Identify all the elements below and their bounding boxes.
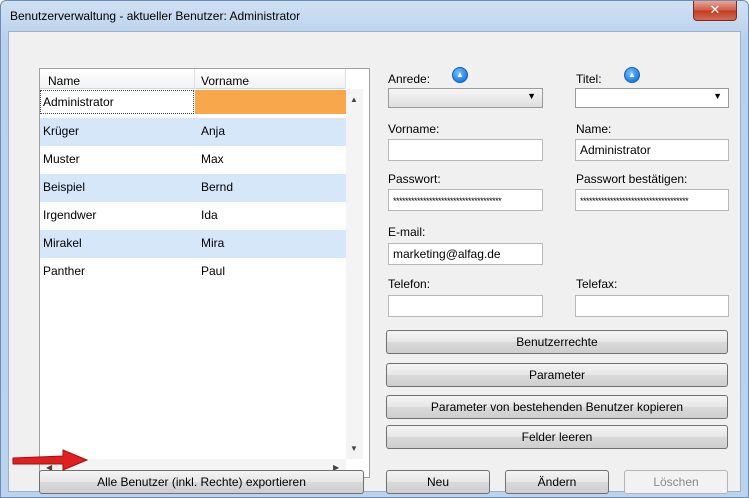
list-row[interactable]: Irgendwer Ida bbox=[40, 202, 346, 230]
cell-name: Mirakel bbox=[43, 236, 82, 250]
titel-info-icon[interactable]: ▲ bbox=[624, 67, 640, 83]
aendern-button[interactable]: Ändern bbox=[505, 470, 609, 494]
cell-name: Muster bbox=[43, 152, 80, 166]
chevron-down-icon: ▼ bbox=[527, 91, 536, 101]
email-field[interactable]: marketing@alfag.de bbox=[388, 243, 543, 265]
benutzerrechte-button[interactable]: Benutzerrechte bbox=[386, 330, 728, 354]
cell-name: Krüger bbox=[43, 124, 80, 138]
passwort-bestaetigen-label: Passwort bestätigen: bbox=[576, 172, 688, 186]
parameter-button[interactable]: Parameter bbox=[386, 363, 728, 387]
close-icon: ✕ bbox=[709, 2, 721, 17]
list-row[interactable]: Mirakel Mira bbox=[40, 230, 346, 258]
column-separator[interactable] bbox=[345, 69, 346, 89]
titel-dropdown[interactable]: ▼ bbox=[575, 88, 729, 108]
column-header-name[interactable]: Name bbox=[48, 74, 80, 88]
cell-vorname: Ida bbox=[201, 208, 218, 222]
anrede-label: Anrede: bbox=[388, 72, 431, 86]
cell-name: Panther bbox=[43, 264, 86, 278]
cell-vorname: Mira bbox=[201, 236, 225, 250]
anrede-info-icon[interactable]: ▲ bbox=[452, 67, 468, 83]
cell-name: Administrator bbox=[43, 95, 114, 109]
anrede-dropdown[interactable]: ▼ bbox=[388, 88, 543, 108]
scroll-down-icon[interactable]: ▼ bbox=[350, 444, 358, 453]
parameter-kopieren-button[interactable]: Parameter von bestehenden Benutzer kopie… bbox=[386, 395, 728, 419]
column-separator[interactable] bbox=[194, 69, 195, 89]
telefax-label: Telefax: bbox=[576, 277, 618, 291]
annotation-arrow-icon bbox=[12, 449, 89, 471]
list-row[interactable]: Beispiel Bernd bbox=[40, 174, 346, 202]
vorname-label: Vorname: bbox=[388, 122, 440, 136]
passwort-bestaetigen-field[interactable]: ************************************ bbox=[575, 189, 729, 211]
close-button[interactable]: ✕ bbox=[693, 1, 737, 21]
felder-leeren-button[interactable]: Felder leeren bbox=[386, 425, 728, 449]
titel-label: Titel: bbox=[576, 72, 602, 86]
name-field[interactable]: Administrator bbox=[575, 139, 729, 161]
title-bar[interactable]: Benutzerverwaltung - aktueller Benutzer:… bbox=[1, 1, 748, 31]
vorname-field[interactable] bbox=[388, 139, 543, 161]
chevron-down-icon: ▼ bbox=[713, 91, 722, 101]
cell-name: Beispiel bbox=[43, 180, 86, 194]
window-title: Benutzerverwaltung - aktueller Benutzer:… bbox=[10, 9, 301, 23]
scroll-up-icon[interactable]: ▲ bbox=[350, 95, 358, 104]
cell-vorname: Bernd bbox=[201, 180, 234, 194]
telefon-label: Telefon: bbox=[388, 277, 431, 291]
email-label: E-mail: bbox=[388, 225, 426, 239]
passwort-label: Passwort: bbox=[388, 172, 441, 186]
list-row[interactable]: Administrator bbox=[40, 90, 346, 118]
telefon-field[interactable] bbox=[388, 295, 543, 317]
cell-name: Irgendwer bbox=[43, 208, 97, 222]
neu-button[interactable]: Neu bbox=[386, 470, 490, 494]
list-row[interactable]: Panther Paul bbox=[40, 258, 346, 286]
list-rows: Administrator Krüger Anja Muster Max Bei… bbox=[40, 90, 346, 286]
passwort-field[interactable]: ************************************ bbox=[388, 189, 543, 211]
cell-vorname: Max bbox=[201, 152, 224, 166]
column-header-vorname[interactable]: Vorname bbox=[201, 74, 249, 88]
cell-vorname: Paul bbox=[201, 264, 226, 278]
name-label: Name: bbox=[576, 122, 612, 136]
user-management-window: Benutzerverwaltung - aktueller Benutzer:… bbox=[0, 0, 749, 498]
telefax-field[interactable] bbox=[575, 295, 729, 317]
vertical-scrollbar[interactable]: ▲ ▼ bbox=[346, 89, 363, 459]
user-list[interactable]: Name Vorname Administrator Krüger Anja M… bbox=[39, 68, 370, 478]
dialog-client-area: Name Vorname Administrator Krüger Anja M… bbox=[8, 31, 741, 494]
cell-vorname: Anja bbox=[201, 124, 226, 138]
list-header: Name Vorname bbox=[40, 69, 346, 89]
list-row[interactable]: Krüger Anja bbox=[40, 118, 346, 146]
selected-vorname-cell bbox=[195, 90, 346, 114]
loeschen-button[interactable]: Löschen bbox=[624, 470, 728, 494]
list-row[interactable]: Muster Max bbox=[40, 146, 346, 174]
